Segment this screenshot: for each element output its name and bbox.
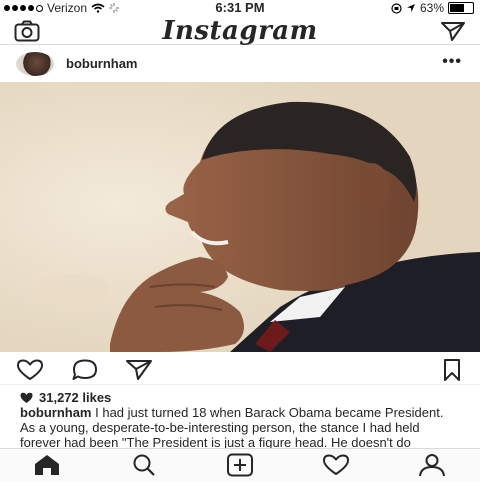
status-right: 63% <box>391 1 474 15</box>
app-header: Instagram <box>0 16 480 47</box>
comment-bubble-icon[interactable] <box>70 358 100 387</box>
home-icon[interactable] <box>32 453 62 482</box>
likes-label: 31,272 likes <box>39 390 112 405</box>
plus-square-icon[interactable] <box>224 453 256 482</box>
post-photo[interactable] <box>0 82 480 352</box>
paper-plane-icon[interactable] <box>124 358 154 387</box>
battery-icon <box>448 2 474 14</box>
activity-heart-icon[interactable] <box>320 453 352 482</box>
orientation-lock-icon <box>391 2 402 14</box>
battery-percent: 63% <box>419 1 444 15</box>
bookmark-icon[interactable] <box>442 358 462 387</box>
heart-icon <box>20 392 33 403</box>
search-icon[interactable] <box>129 453 159 482</box>
post-actions <box>0 356 480 385</box>
person-icon[interactable] <box>416 453 448 482</box>
post-photo-image <box>0 82 480 352</box>
app-logo: Instagram <box>162 16 318 46</box>
paper-plane-icon[interactable] <box>440 20 466 47</box>
post-caption: boburnham I had just turned 18 when Bara… <box>20 405 460 449</box>
avatar[interactable] <box>16 52 54 76</box>
post-header: boburnham ••• <box>0 46 480 82</box>
location-arrow-icon <box>406 4 415 12</box>
caption-username[interactable]: boburnham <box>20 405 92 420</box>
more-options-icon[interactable]: ••• <box>442 53 462 71</box>
heart-icon[interactable] <box>14 358 46 387</box>
status-bar: Verizon 6:31 PM 63% <box>0 0 480 16</box>
post-username[interactable]: boburnham <box>66 56 138 71</box>
bottom-nav <box>0 448 480 481</box>
likes-count[interactable]: 31,272 likes <box>20 390 111 405</box>
